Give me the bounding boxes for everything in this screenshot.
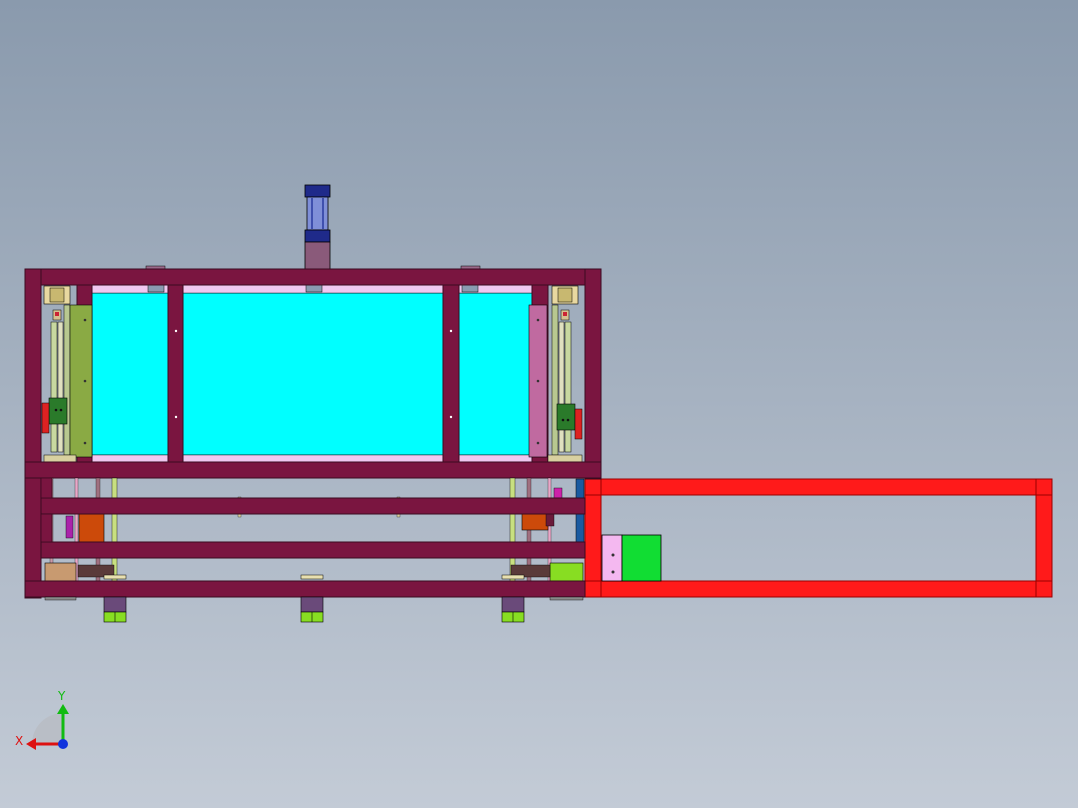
left-olive-plate (69, 304, 93, 458)
conveyor-left-post (584, 478, 602, 598)
cylinder-bottom-cap (304, 229, 331, 243)
cylinder-barrel (306, 196, 329, 231)
left-tan-block (44, 562, 77, 582)
conveyor-top-rail (584, 478, 1053, 496)
conveyor-motor[interactable] (601, 534, 662, 582)
conveyor-bottom-rail (584, 580, 1053, 598)
triad-y-label: Y (57, 689, 66, 703)
glass-panel-right (458, 292, 533, 456)
graphics-viewport[interactable]: Y X (0, 0, 1078, 808)
frame-inner-post-3 (442, 284, 460, 463)
right-guide-rail (564, 321, 572, 453)
triad-quarter-disc (32, 713, 63, 744)
orientation-triad[interactable]: Y X (15, 689, 69, 750)
frame-lower-beam-1 (40, 497, 586, 515)
frame-middle-beam (24, 461, 602, 479)
motor-pink-plate (601, 534, 623, 582)
right-foot-green (549, 562, 584, 582)
cad-model-view[interactable]: Y X (0, 0, 1078, 808)
frame-lower-inner-post-left (40, 477, 53, 499)
right-slider-block (556, 403, 576, 431)
left-orange-block (78, 513, 105, 543)
left-lift-mechanism[interactable] (41, 285, 93, 463)
frame-top-beam (24, 268, 602, 286)
hanger-1 (147, 284, 165, 293)
cylinder-top-cap (304, 184, 331, 198)
right-orange-block (521, 513, 549, 531)
inner-pink-strip-bottom (91, 454, 533, 463)
cylinder-rod-mount (304, 241, 331, 270)
left-guide-rail (50, 321, 58, 453)
motor-green-body (621, 534, 662, 582)
left-slider-block (48, 397, 68, 425)
frame-inner-post-2 (167, 284, 184, 463)
frame-lower-beam-2 (40, 541, 586, 559)
glass-panel-left (91, 292, 169, 456)
triad-z-axis (58, 739, 68, 749)
main-frame[interactable] (24, 265, 602, 601)
hanger-2 (305, 284, 323, 293)
right-lift-mechanism[interactable] (528, 285, 583, 463)
glass-panel-center (182, 292, 444, 456)
conveyor-right-post (1035, 478, 1053, 598)
air-cylinder[interactable] (304, 184, 331, 270)
triad-x-label: X (15, 734, 23, 748)
frame-lower-inner-post-left-2 (40, 513, 53, 543)
hanger-3 (461, 284, 479, 293)
frame-left-post (24, 268, 42, 599)
frame-bottom-beam (24, 580, 586, 598)
lower-drive-section (44, 477, 585, 583)
frame-right-post-upper (584, 268, 602, 480)
